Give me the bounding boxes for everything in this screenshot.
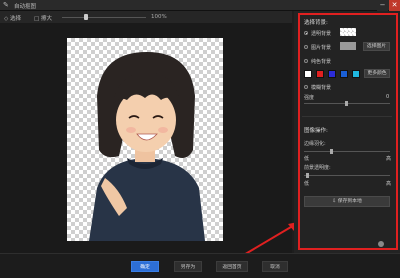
annotation-highlight-box: [298, 13, 398, 250]
title-bar: ✎ 自动抠图 − ✕: [0, 0, 400, 11]
save-as-button[interactable]: 另存为: [174, 261, 202, 272]
cancel-button[interactable]: 取消: [262, 261, 288, 272]
ok-button[interactable]: 确定: [131, 261, 159, 272]
zoom-slider-track[interactable]: [62, 17, 146, 18]
bottom-action-bar: 确定 另存为 返回首页 取消: [0, 253, 400, 278]
child-cutout-image: [89, 52, 205, 241]
image-canvas[interactable]: [67, 38, 223, 241]
back-home-button[interactable]: 返回首页: [216, 261, 248, 272]
app-icon: ✎: [3, 1, 9, 9]
window-title: 自动抠图: [14, 4, 37, 10]
toolbar: ◇ 选择 □ 擦大 100%: [0, 11, 292, 23]
minimize-button[interactable]: −: [377, 0, 388, 11]
annotation-arrow-icon: [241, 222, 298, 257]
canvas-area: [0, 23, 298, 257]
close-button[interactable]: ✕: [389, 0, 400, 11]
select-tool-button[interactable]: ◇ 选择: [4, 14, 21, 22]
zoom-slider-knob[interactable]: [84, 14, 88, 20]
zoom-value: 100%: [151, 14, 167, 20]
erase-tool-button[interactable]: □ 擦大: [34, 14, 52, 22]
